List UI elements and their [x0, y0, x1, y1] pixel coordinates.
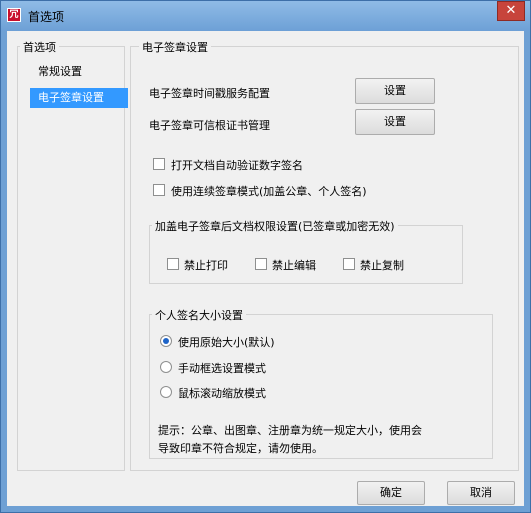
- hint-line-1: 提示：公章、出图章、注册章为统一规定大小，使用会: [158, 424, 422, 437]
- disable-print-checkbox[interactable]: [167, 258, 179, 270]
- settings-legend: 电子签章设置: [139, 39, 211, 55]
- timestamp-settings-button[interactable]: 设置: [355, 78, 435, 104]
- disable-edit-checkbox[interactable]: [255, 258, 267, 270]
- nav-panel: 首选项 常规设置 电子签章设置: [17, 39, 128, 471]
- permissions-group: 加盖电子签章后文档权限设置(已签章或加密无效) 禁止打印 禁止编辑 禁止复制: [149, 218, 463, 284]
- auto-verify-checkbox[interactable]: [153, 158, 165, 170]
- hint-line-2: 导致印章不符合规定，请勿使用。: [158, 442, 323, 455]
- manual-select-radio[interactable]: [160, 361, 172, 373]
- scroll-zoom-label: 鼠标滚动缩放模式: [178, 387, 266, 400]
- nav-item-esignature[interactable]: 电子签章设置: [30, 88, 128, 108]
- title-bar[interactable]: 冗 首选项 ✕: [1, 1, 530, 31]
- preferences-window: 冗 首选项 ✕ 首选项 常规设置 电子签章设置 电子签章设置 电子签章时间戳服务…: [0, 0, 531, 513]
- original-size-radio[interactable]: [160, 335, 172, 347]
- continuous-mode-checkbox[interactable]: [153, 184, 165, 196]
- disable-copy-label: 禁止复制: [360, 259, 404, 272]
- nav-legend: 首选项: [20, 39, 59, 55]
- original-size-label: 使用原始大小(默认): [178, 336, 275, 349]
- permissions-legend: 加盖电子签章后文档权限设置(已签章或加密无效): [152, 218, 398, 234]
- dialog-body: 首选项 常规设置 电子签章设置 电子签章设置 电子签章时间戳服务配置 设置 电子…: [7, 31, 524, 506]
- auto-verify-label: 打开文档自动验证数字签名: [171, 159, 303, 172]
- settings-panel: 电子签章设置 电子签章时间戳服务配置 设置 电子签章可信根证书管理 设置 打开文…: [130, 39, 519, 471]
- close-button[interactable]: ✕: [497, 1, 525, 21]
- signature-size-group: 个人签名大小设置 使用原始大小(默认) 手动框选设置模式 鼠标滚动缩放模式 提示…: [149, 307, 493, 459]
- cert-settings-button[interactable]: 设置: [355, 109, 435, 135]
- signature-size-legend: 个人签名大小设置: [152, 307, 246, 323]
- manual-select-label: 手动框选设置模式: [178, 362, 266, 375]
- app-icon: 冗: [7, 8, 21, 22]
- close-icon: ✕: [505, 3, 517, 18]
- window-title: 首选项: [28, 10, 65, 24]
- nav-item-general[interactable]: 常规设置: [30, 62, 128, 82]
- disable-print-label: 禁止打印: [184, 259, 228, 272]
- ok-button[interactable]: 确定: [357, 481, 425, 505]
- disable-edit-label: 禁止编辑: [272, 259, 316, 272]
- disable-copy-checkbox[interactable]: [343, 258, 355, 270]
- continuous-mode-label: 使用连续签章模式(加盖公章、个人签名): [171, 185, 367, 198]
- scroll-zoom-radio[interactable]: [160, 386, 172, 398]
- cancel-button[interactable]: 取消: [447, 481, 515, 505]
- cert-label: 电子签章可信根证书管理: [149, 119, 270, 132]
- timestamp-label: 电子签章时间戳服务配置: [149, 87, 270, 100]
